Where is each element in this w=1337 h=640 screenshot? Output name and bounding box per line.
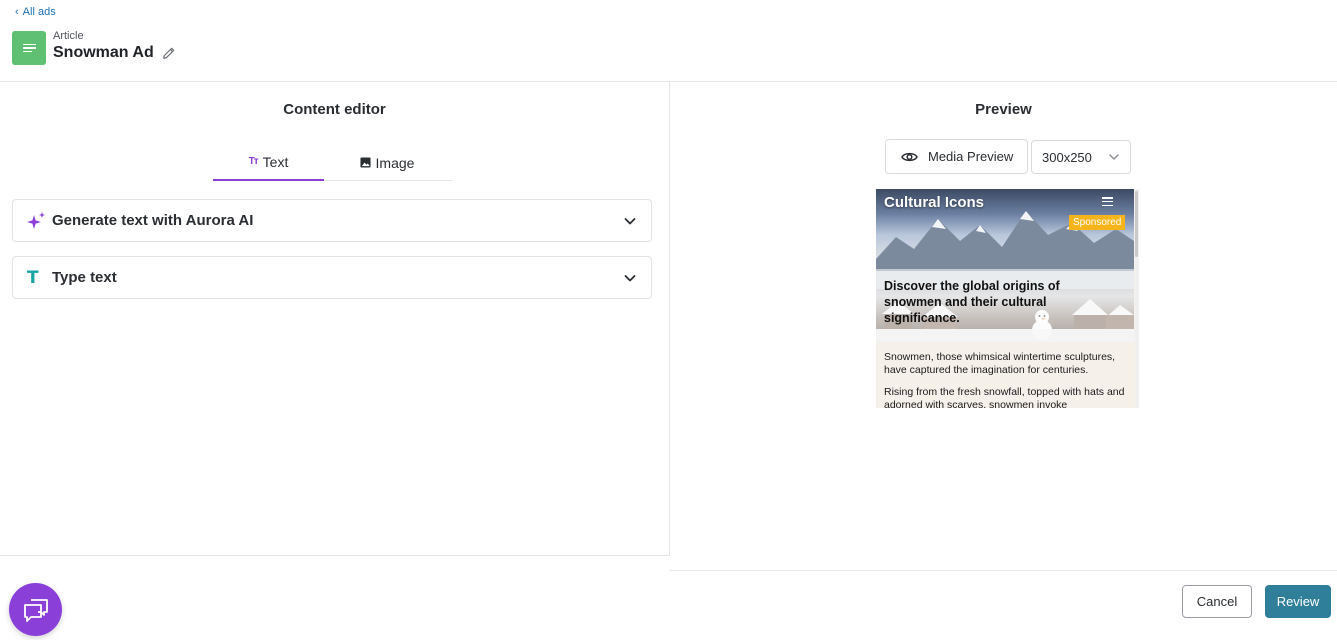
content-editor-title: Content editor [283, 101, 386, 118]
ad-body: Snowmen, those whimsical wintertime scul… [884, 351, 1129, 408]
chevron-down-icon [624, 217, 636, 224]
panel-divider [669, 82, 670, 556]
sparkle-icon [27, 211, 49, 230]
ad-body-paragraph: Rising from the fresh snowfall, topped w… [884, 386, 1125, 408]
editor-bottom-divider [0, 555, 670, 556]
tab-image[interactable]: Image [324, 144, 450, 181]
ad-preview-frame[interactable]: Cultural Icons Sponsored Discover the gl… [876, 189, 1139, 408]
cancel-button[interactable]: Cancel [1182, 585, 1252, 618]
article-document-icon [12, 31, 46, 65]
back-link-label: All ads [22, 6, 56, 18]
chat-support-button[interactable] [9, 583, 62, 636]
eye-icon [901, 152, 918, 161]
generate-text-ai-accordion[interactable]: Generate text with Aurora AI [12, 199, 652, 242]
editor-tabs: Tт Text Image [213, 144, 452, 181]
ad-type-label: Article [53, 30, 84, 42]
image-icon [359, 157, 371, 168]
ad-scrollbar-thumb[interactable] [1135, 191, 1138, 257]
ad-title-row: Snowman Ad [53, 44, 176, 62]
type-text-label: Type text [52, 269, 117, 286]
review-button[interactable]: Review [1265, 585, 1331, 618]
tab-text[interactable]: Tт Text [213, 144, 324, 181]
footer-divider [670, 570, 1337, 571]
ad-body-paragraph: Snowmen, those whimsical wintertime scul… [884, 351, 1116, 376]
generate-text-ai-label: Generate text with Aurora AI [52, 212, 254, 229]
chat-bubble-icon [23, 598, 48, 622]
hamburger-menu-icon[interactable] [1102, 197, 1113, 206]
tab-image-label: Image [375, 154, 415, 171]
ad-brand-name: Cultural Icons [884, 194, 985, 211]
ad-header-text: Article Snowman Ad [53, 30, 176, 62]
sponsored-badge: Sponsored [1069, 215, 1126, 230]
ad-headline: Discover the global origins of snowmen a… [884, 279, 1060, 325]
tab-text-label: Text [262, 153, 289, 170]
ad-header: Article Snowman Ad [12, 30, 176, 65]
ad-title: Snowman Ad [53, 44, 154, 61]
chevron-down-icon [624, 274, 636, 281]
media-preview-button[interactable]: Media Preview [885, 139, 1028, 174]
type-text-accordion[interactable]: T Type text [12, 256, 652, 299]
ad-size-value: 300x250 [1042, 149, 1092, 165]
chevron-down-icon [1109, 154, 1119, 160]
text-format-icon: Tт [248, 156, 259, 167]
text-t-icon: T [27, 267, 39, 288]
preview-title: Preview [975, 101, 1032, 118]
ad-size-select[interactable]: 300x250 [1031, 140, 1131, 174]
back-to-all-ads-link[interactable]: ‹ All ads [15, 6, 56, 18]
media-preview-label: Media Preview [928, 149, 1014, 164]
chevron-left-icon: ‹ [15, 5, 19, 18]
edit-pencil-icon[interactable] [162, 46, 176, 60]
